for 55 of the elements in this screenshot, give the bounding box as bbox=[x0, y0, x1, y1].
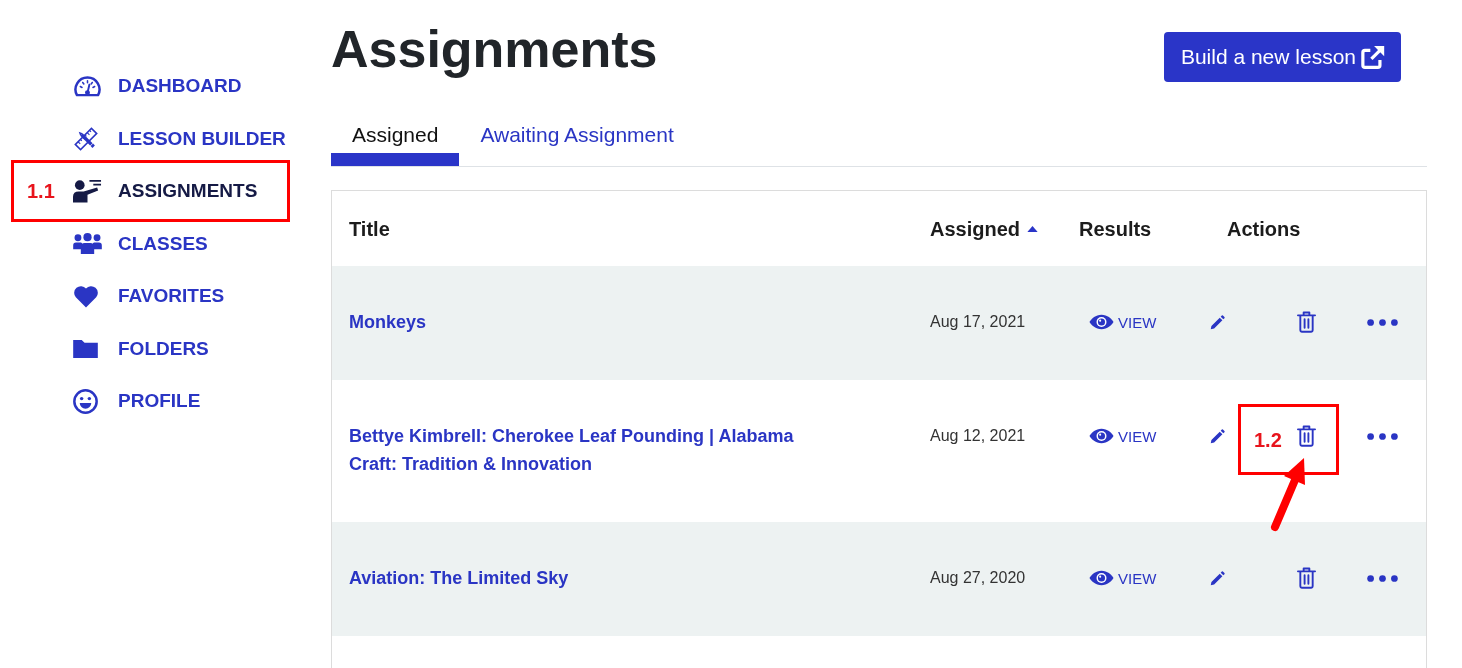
external-link-icon bbox=[1361, 45, 1385, 69]
folder-icon bbox=[73, 339, 98, 358]
delete-button[interactable] bbox=[1297, 567, 1316, 589]
annotation-label: 1.2 bbox=[1254, 427, 1282, 452]
delete-button[interactable] bbox=[1297, 425, 1316, 447]
edit-button[interactable] bbox=[1210, 428, 1225, 444]
assigned-date: Aug 17, 2021 bbox=[930, 313, 1026, 331]
nav-link[interactable]: PROFILE bbox=[73, 388, 201, 414]
trash-icon bbox=[1297, 425, 1316, 447]
assignment-title-link[interactable]: Bettye Kimbrell: Cherokee Leaf Pounding | Alabama Craft: Tradition & Innovation bbox=[349, 422, 819, 478]
more-button[interactable] bbox=[1367, 574, 1398, 582]
view-results-link[interactable]: VIEW bbox=[1089, 313, 1157, 331]
group-icon bbox=[73, 233, 102, 255]
nav-link[interactable]: ASSIGNMENTS bbox=[73, 179, 258, 204]
pencil-icon bbox=[1210, 428, 1225, 444]
assigned-date: Aug 27, 2020 bbox=[930, 569, 1026, 587]
ellipsis-icon bbox=[1367, 318, 1398, 326]
nav-link[interactable]: DASHBOARD bbox=[73, 74, 242, 99]
heart-icon bbox=[73, 284, 99, 308]
pencil-icon bbox=[1210, 314, 1225, 330]
trash-icon bbox=[1297, 311, 1316, 333]
more-button[interactable] bbox=[1367, 432, 1398, 440]
more-button[interactable] bbox=[1367, 318, 1398, 326]
nav-link[interactable]: FAVORITES bbox=[73, 284, 225, 309]
edit-button[interactable] bbox=[1210, 314, 1225, 330]
delete-button[interactable] bbox=[1297, 311, 1316, 333]
nav-link[interactable]: FOLDERS bbox=[73, 336, 209, 361]
view-results-link[interactable]: VIEW bbox=[1089, 427, 1157, 445]
nav-link[interactable]: CLASSES bbox=[73, 231, 208, 256]
nav-link[interactable]: LESSON BUILDER bbox=[73, 125, 286, 152]
column-header: Results bbox=[1079, 216, 1152, 242]
eye-icon bbox=[1089, 314, 1114, 330]
annotation-label: 1.1 bbox=[27, 179, 55, 203]
assignment-title-link[interactable]: Aviation: The Limited Sky bbox=[349, 564, 569, 592]
view-results-link[interactable]: VIEW bbox=[1089, 569, 1157, 587]
trash-icon bbox=[1297, 567, 1316, 589]
column-header: Actions bbox=[1227, 216, 1301, 242]
ruler-pencil-icon bbox=[73, 125, 99, 152]
column-header[interactable]: Assigned bbox=[930, 215, 1039, 242]
edit-button[interactable] bbox=[1210, 570, 1225, 586]
assignment-title-link[interactable]: Monkeys bbox=[349, 308, 427, 336]
gauge-icon bbox=[73, 74, 102, 98]
ellipsis-icon bbox=[1367, 574, 1398, 582]
teacher-icon bbox=[73, 179, 102, 204]
assigned-date: Aug 12, 2021 bbox=[930, 427, 1026, 445]
column-header: Title bbox=[349, 216, 390, 242]
smiley-icon bbox=[73, 388, 98, 414]
eye-icon bbox=[1089, 570, 1114, 586]
eye-icon bbox=[1089, 428, 1114, 444]
pencil-icon bbox=[1210, 570, 1225, 586]
tab[interactable]: Assigned bbox=[331, 102, 460, 166]
ellipsis-icon bbox=[1367, 432, 1398, 440]
build-lesson-button[interactable]: Build a new lesson bbox=[1163, 32, 1401, 82]
page-title: Assignments bbox=[331, 19, 658, 80]
tab[interactable]: Awaiting Assignment bbox=[459, 102, 695, 166]
